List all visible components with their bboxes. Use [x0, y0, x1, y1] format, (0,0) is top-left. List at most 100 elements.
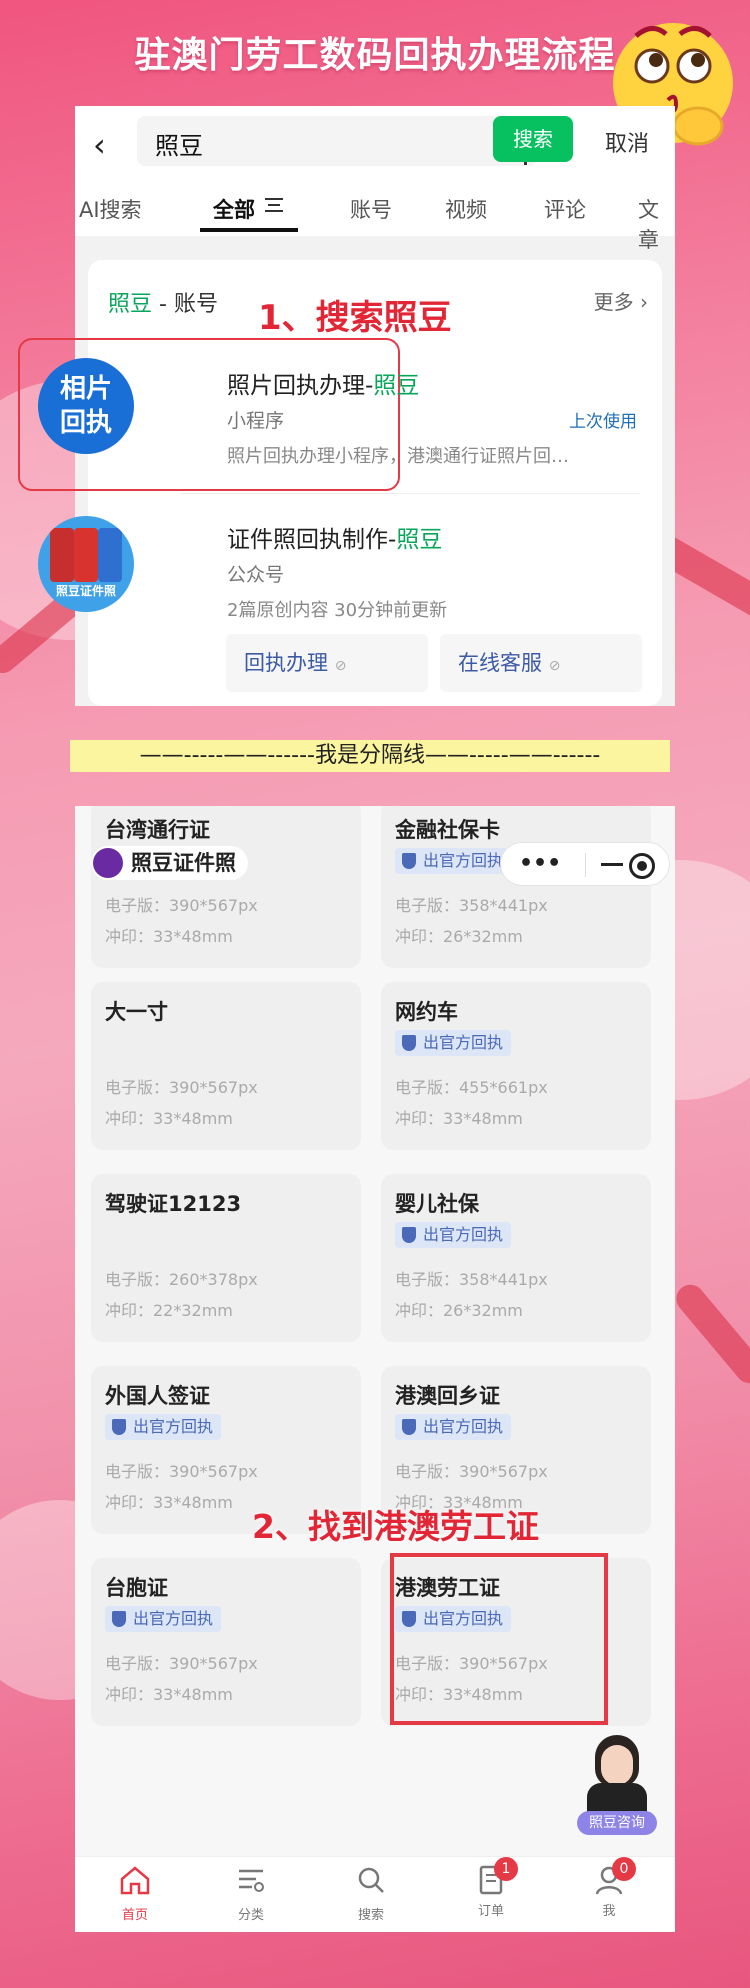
doc-digital-size: 电子版：390*567px	[105, 1462, 258, 1481]
tab-accounts[interactable]: 账号	[350, 194, 392, 224]
search-bar: ‹ 照豆 搜索 取消	[75, 106, 675, 176]
tabbar-label: 搜索	[357, 1908, 384, 1923]
result-1-type: 小程序	[227, 410, 285, 432]
doc-digital-size: 电子版：358*441px	[395, 896, 548, 915]
card-heading: 照豆 - 账号	[108, 286, 218, 318]
consult-assistant[interactable]: 照豆咨询	[575, 1735, 657, 1837]
tabbar-search[interactable]: 搜索	[341, 1863, 401, 1923]
doc-print-size: 冲印：26*32mm	[395, 927, 523, 946]
result-1-desc: 照片回执办理小程序，港澳通行证照片回…	[227, 446, 569, 467]
result-1-title-brand: 照豆	[373, 373, 420, 399]
tab-articles[interactable]: 文章	[638, 194, 675, 254]
close-target-icon[interactable]	[629, 853, 655, 879]
portrait-thumb	[74, 528, 98, 582]
search-input[interactable]: 照豆	[137, 116, 537, 166]
doc-card[interactable]: 台湾通行证 电子版：390*567px 冲印：33*48mm	[91, 806, 361, 968]
portrait-thumb	[50, 528, 74, 582]
doc-card[interactable]: 大一寸 电子版：390*567px 冲印：33*48mm	[91, 982, 361, 1150]
official-receipt-badge: 出官方回执	[105, 1414, 222, 1440]
doc-print-size: 冲印：26*32mm	[395, 1301, 523, 1320]
highlight-box-labour-permit	[390, 1553, 608, 1725]
tabbar-orders[interactable]: 1 订单	[461, 1857, 521, 1919]
miniprogram-capsule: •••	[500, 842, 670, 886]
doc-title: 金融社保卡	[395, 818, 500, 842]
step-2-label: 2、找到港澳劳工证	[252, 1507, 539, 1546]
official-receipt-badge: 出官方回执	[395, 1030, 512, 1056]
result-2-title-brand: 照豆	[396, 527, 443, 553]
result-2-title[interactable]: 证件照回执制作-照豆	[227, 520, 442, 554]
chevron-right-icon: ›	[640, 290, 648, 314]
tabbar-category[interactable]: 分类	[221, 1863, 281, 1923]
doc-digital-size: 电子版：390*567px	[105, 896, 258, 915]
doc-title: 网约车	[395, 1000, 458, 1024]
doc-print-size: 冲印：33*48mm	[105, 1493, 233, 1512]
result-2-title-main: 证件照回执制作-	[227, 527, 397, 553]
official-receipt-badge: 出官方回执	[395, 1222, 512, 1248]
search-tabs: AI搜索 全部 账号 视频 评论 文章	[75, 176, 675, 252]
card-heading-brand: 照豆	[108, 292, 153, 317]
cancel-button[interactable]: 取消	[605, 126, 649, 158]
more-link[interactable]: 更多 ›	[594, 286, 648, 315]
home-icon	[120, 1866, 150, 1895]
avatar-face	[601, 1745, 633, 1785]
app-brand: 照豆证件照	[91, 846, 248, 880]
doc-card[interactable]: 网约车 出官方回执 电子版：455*661px 冲印：33*48mm	[381, 982, 651, 1150]
receipt-service-button[interactable]: 回执办理 ⊘	[226, 634, 428, 692]
result-2-desc: 2篇原创内容 30分钟前更新	[227, 600, 448, 621]
official-account-logo[interactable]: 照豆证件照	[38, 516, 134, 612]
result-1-title-main: 照片回执办理-	[227, 373, 374, 399]
official-receipt-badge: 出官方回执	[395, 1414, 512, 1440]
doc-title: 台胞证	[105, 1576, 168, 1600]
result-1-title[interactable]: 照片回执办理-照豆	[227, 366, 419, 400]
tabbar-home[interactable]: 首页	[105, 1863, 165, 1923]
doc-title: 港澳回乡证	[395, 1384, 500, 1408]
minimize-icon[interactable]	[601, 863, 623, 866]
official-receipt-badge: 出官方回执	[395, 848, 512, 874]
doc-card[interactable]: 驾驶证12123 电子版：260*378px 冲印：22*32mm	[91, 1174, 361, 1342]
doc-title: 大一寸	[105, 1000, 168, 1024]
doc-print-size: 冲印：33*48mm	[105, 1685, 233, 1704]
link-icon: ⊘	[334, 658, 347, 674]
doc-digital-size: 电子版：390*567px	[105, 1654, 258, 1673]
doc-card[interactable]: 金融社保卡 出官方回执 电子版：358*441px 冲印：26*32mm	[381, 806, 651, 968]
category-icon	[239, 1869, 264, 1892]
customer-service-button[interactable]: 在线客服 ⊘	[440, 634, 642, 692]
user-icon-wrap: 0	[592, 1857, 636, 1897]
customer-service-label: 在线客服	[458, 651, 542, 675]
portrait-thumb	[98, 528, 122, 582]
result-divider	[180, 493, 640, 494]
miniprogram-logo[interactable]: 相片回执	[38, 358, 134, 454]
tabbar-label: 分类	[237, 1908, 264, 1923]
doc-digital-size: 电子版：455*661px	[395, 1078, 548, 1097]
consult-tag: 照豆咨询	[577, 1811, 657, 1835]
doc-title: 外国人签证	[105, 1384, 210, 1408]
filter-icon[interactable]	[265, 198, 283, 212]
tab-videos[interactable]: 视频	[445, 194, 487, 224]
camera-logo-icon	[93, 848, 123, 878]
tab-all[interactable]: 全部	[213, 194, 255, 224]
doc-card[interactable]: 婴儿社保 出官方回执 电子版：358*441px 冲印：26*32mm	[381, 1174, 651, 1342]
card-heading-rest: - 账号	[152, 292, 218, 317]
doc-print-size: 冲印：33*48mm	[105, 927, 233, 946]
search-query: 照豆	[155, 132, 203, 160]
tabbar-label: 首页	[121, 1908, 148, 1923]
tab-ai-search[interactable]: AI搜索	[79, 194, 142, 224]
separator-banner: ——-----——------我是分隔线——-----——------	[70, 740, 670, 772]
result-2-type: 公众号	[227, 564, 285, 586]
doc-title: 驾驶证12123	[105, 1192, 242, 1216]
more-dots-icon[interactable]: •••	[519, 851, 561, 876]
back-arrow-icon[interactable]: ‹	[93, 126, 106, 164]
link-icon: ⊘	[548, 658, 561, 674]
doc-digital-size: 电子版：390*567px	[105, 1078, 258, 1097]
doc-title: 台湾通行证	[105, 818, 210, 842]
doc-print-size: 冲印：33*48mm	[395, 1109, 523, 1128]
doc-card[interactable]: 台胞证 出官方回执 电子版：390*567px 冲印：33*48mm	[91, 1558, 361, 1726]
doc-digital-size: 电子版：260*378px	[105, 1270, 258, 1289]
capsule-divider	[585, 853, 586, 877]
notice-count-badge: 0	[612, 1857, 636, 1881]
doc-digital-size: 电子版：358*441px	[395, 1270, 548, 1289]
search-button[interactable]: 搜索	[493, 116, 573, 162]
tab-comments[interactable]: 评论	[544, 194, 586, 224]
more-label: 更多	[593, 290, 634, 314]
tabbar-me[interactable]: 0 我	[579, 1857, 639, 1919]
